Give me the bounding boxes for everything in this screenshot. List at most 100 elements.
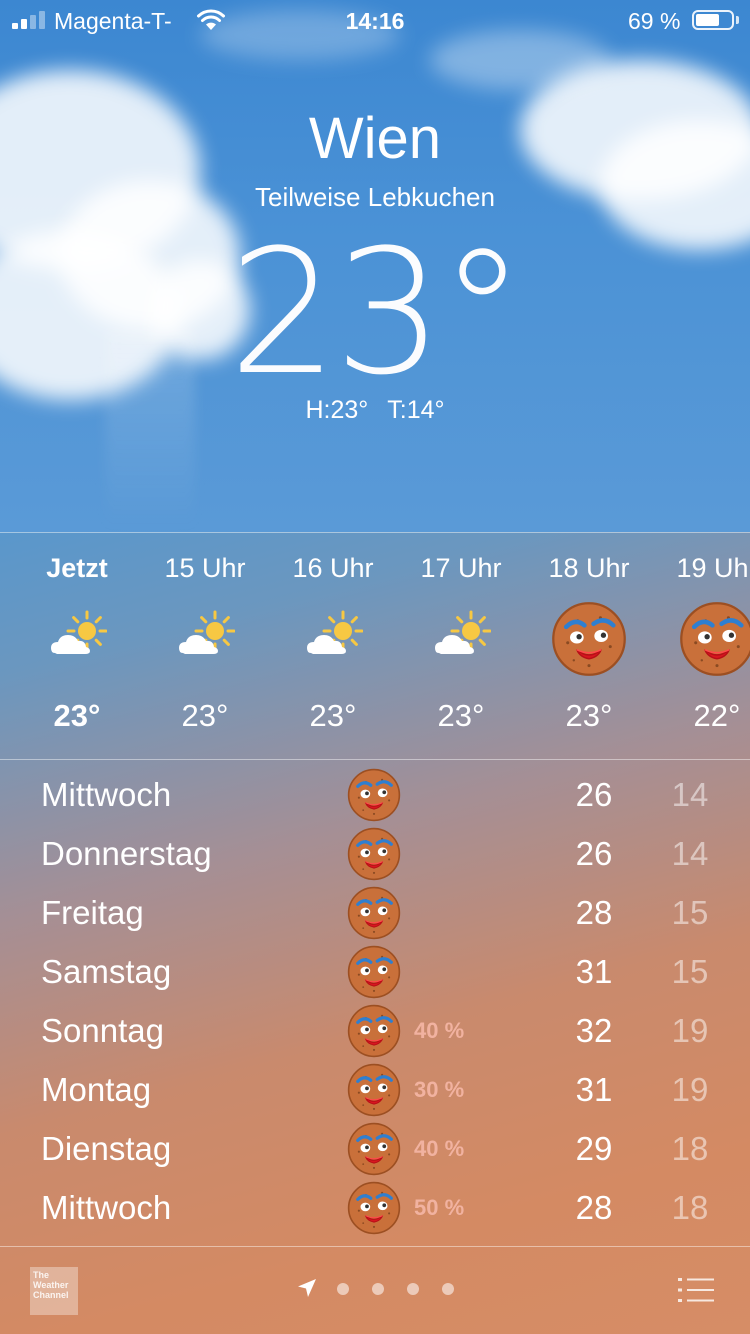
partly-sunny-icon — [47, 609, 108, 669]
gingerbread-icon — [347, 1181, 401, 1235]
daily-row: Dienstag 40 % 29 18 — [0, 1120, 750, 1179]
daily-row: Samstag 31 15 — [0, 943, 750, 1002]
gingerbread-icon-graphic — [347, 1181, 401, 1235]
weather-channel-logo-text: The Weather Channel — [33, 1270, 69, 1300]
divider-bottom — [0, 1246, 750, 1247]
hourly-temperature: 22° — [693, 698, 741, 733]
daily-row: Freitag 28 15 — [0, 884, 750, 943]
day-name: Mittwoch — [41, 1189, 172, 1226]
day-low: 18 — [671, 1189, 709, 1226]
day-low: 15 — [671, 953, 709, 990]
page-indicator[interactable] — [296, 1277, 466, 1301]
gingerbread-icon — [347, 945, 401, 999]
day-name: Montag — [41, 1071, 152, 1108]
partly-sunny-icon-graphic — [51, 610, 108, 654]
gingerbread-icon — [347, 1004, 401, 1058]
low-temperature: T:14° — [387, 396, 445, 424]
hourly-temperature: 23° — [565, 698, 613, 733]
daily-row: Sonntag 40 % 32 19 — [0, 1002, 750, 1061]
high-low: H:23° T:14° — [0, 396, 750, 425]
day-high: 29 — [575, 1130, 613, 1167]
current-temperature: 23° — [0, 218, 750, 408]
gingerbread-icon — [347, 768, 401, 822]
partly-sunny-icon — [175, 609, 236, 669]
battery-tip — [736, 16, 739, 24]
divider-middle — [0, 759, 750, 760]
hourly-temperature: 23° — [53, 698, 101, 733]
hourly-item: Jetzt 23° — [13, 533, 141, 759]
day-high: 26 — [575, 835, 613, 872]
battery-level — [696, 14, 719, 26]
precipitation-chance: 40 % — [414, 1018, 465, 1043]
battery-percentage: 69 % — [628, 8, 681, 34]
gingerbread-icon-graphic — [347, 886, 401, 940]
hourly-temperature: 23° — [309, 698, 357, 733]
hourly-time: 16 Uhr — [292, 553, 374, 583]
day-high: 31 — [575, 1071, 613, 1108]
weather-screen: Magenta-T- 14:16 69 % Wien Teilweise Leb… — [0, 0, 750, 1334]
hourly-item: 15 Uhr 23° — [141, 533, 269, 759]
hourly-time: 18 Uhr — [548, 553, 630, 583]
partly-sunny-icon-graphic — [179, 610, 236, 654]
hourly-temperature: 23° — [181, 698, 229, 733]
day-high: 26 — [575, 776, 613, 813]
day-high: 28 — [575, 894, 613, 931]
gingerbread-icon-graphic — [347, 1063, 401, 1117]
daily-row: Donnerstag 26 14 — [0, 825, 750, 884]
day-low: 14 — [671, 776, 709, 813]
high-temperature: H:23° — [305, 396, 369, 424]
page-dot[interactable] — [407, 1283, 419, 1295]
gingerbread-icon-graphic — [680, 602, 750, 676]
hourly-item: 16 Uhr 23° — [269, 533, 397, 759]
day-low: 19 — [671, 1071, 709, 1108]
weather-channel-logo[interactable]: The Weather Channel — [30, 1267, 78, 1315]
gingerbread-icon — [347, 886, 401, 940]
day-name: Donnerstag — [41, 835, 212, 872]
weather-condition: Teilweise Lebkuchen — [255, 182, 495, 212]
day-low: 15 — [671, 894, 709, 931]
page-dot[interactable] — [337, 1283, 349, 1295]
day-low: 14 — [671, 835, 709, 872]
page-dot[interactable] — [442, 1283, 454, 1295]
partly-sunny-icon — [303, 609, 364, 669]
day-low: 18 — [671, 1130, 709, 1167]
hourly-item: 18 Uhr 23° — [525, 533, 653, 759]
gingerbread-icon-graphic — [347, 768, 401, 822]
hourly-temperature: 23° — [437, 698, 485, 733]
gingerbread-icon-graphic — [347, 827, 401, 881]
partly-sunny-icon-graphic — [307, 610, 364, 654]
gingerbread-icon — [679, 601, 750, 677]
daily-row: Mittwoch 26 14 — [0, 766, 750, 825]
gingerbread-icon — [347, 1063, 401, 1117]
page-dot[interactable] — [372, 1283, 384, 1295]
gingerbread-icon-graphic — [347, 1004, 401, 1058]
city-name: Wien — [308, 106, 442, 171]
hourly-time: 17 Uhr — [420, 553, 502, 583]
hourly-item: 17 Uhr 23° — [397, 533, 525, 759]
day-high: 32 — [575, 1012, 613, 1049]
precipitation-chance: 40 % — [414, 1136, 465, 1161]
day-name: Freitag — [41, 894, 144, 931]
day-name: Dienstag — [41, 1130, 172, 1167]
hourly-time: 15 Uhr — [164, 553, 246, 583]
day-high: 28 — [575, 1189, 613, 1226]
gingerbread-icon-graphic — [552, 602, 626, 676]
daily-row: Montag 30 % 31 19 — [0, 1061, 750, 1120]
location-arrow-icon — [298, 1279, 316, 1297]
partly-sunny-icon — [431, 609, 492, 669]
hourly-item: 19 Uhr 22° — [653, 533, 750, 759]
hourly-forecast[interactable]: Jetzt 23° 15 Uhr 23° 16 Uhr 23° 17 Uhr 23° 18 Uh… — [0, 533, 750, 759]
hourly-time: 19 Uhr — [676, 553, 750, 583]
gingerbread-icon-graphic — [347, 1122, 401, 1176]
gingerbread-icon — [551, 601, 627, 677]
gingerbread-icon-graphic — [347, 945, 401, 999]
daily-row: Mittwoch 50 % 28 18 — [0, 1179, 750, 1238]
gingerbread-icon — [347, 1122, 401, 1176]
partly-sunny-icon-graphic — [435, 610, 492, 654]
day-name: Mittwoch — [41, 776, 172, 813]
precipitation-chance: 50 % — [414, 1195, 465, 1220]
status-bar: Magenta-T- 14:16 69 % — [0, 0, 750, 40]
precipitation-chance: 30 % — [414, 1077, 465, 1102]
list-icon[interactable] — [678, 1277, 714, 1303]
day-name: Sonntag — [41, 1012, 164, 1049]
